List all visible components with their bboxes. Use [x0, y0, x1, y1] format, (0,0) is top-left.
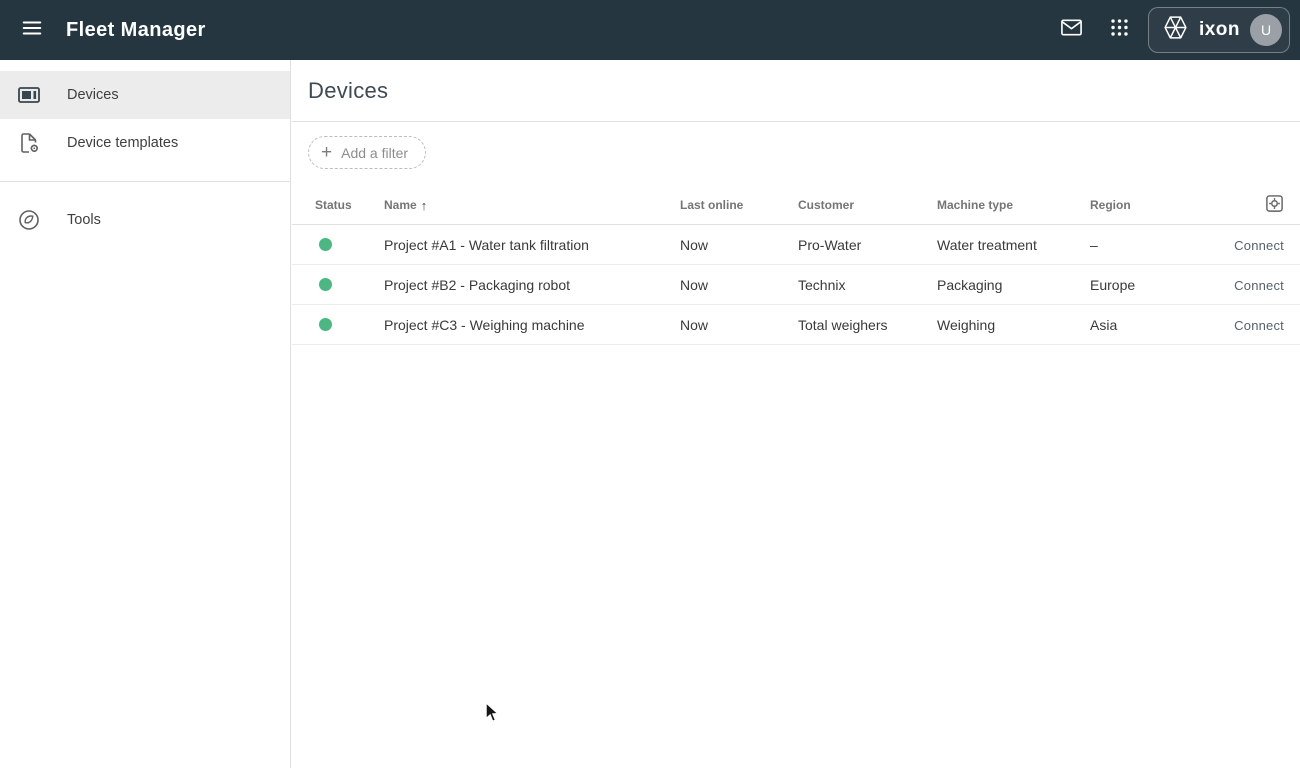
mail-icon	[1060, 16, 1083, 44]
machine-type-value: Water treatment	[937, 237, 1090, 253]
apps-grid-icon	[1110, 18, 1129, 42]
topbar: Fleet Manager	[0, 0, 1300, 60]
device-name: Project #A1 - Water tank filtration	[384, 237, 680, 253]
app-title: Fleet Manager	[66, 19, 206, 42]
sidebar-item-label: Tools	[67, 212, 101, 228]
region-value: Asia	[1090, 317, 1200, 333]
sidebar-divider	[0, 181, 290, 182]
table-row[interactable]: Project #A1 - Water tank filtration Now …	[292, 225, 1300, 265]
column-header-status[interactable]: Status	[315, 198, 384, 212]
customer-value: Pro-Water	[798, 237, 937, 253]
device-template-icon	[16, 131, 42, 155]
sort-ascending-icon: ↑	[421, 198, 428, 213]
region-value: Europe	[1090, 277, 1200, 293]
column-header-machine-type[interactable]: Machine type	[937, 198, 1090, 212]
sidebar: Devices Device templates Tools	[0, 60, 291, 768]
hamburger-icon	[21, 17, 43, 44]
main-content: Devices + Add a filter Status Name ↑ Las…	[292, 60, 1300, 768]
status-online-dot	[319, 318, 332, 331]
machine-type-value: Packaging	[937, 277, 1090, 293]
tools-icon	[16, 208, 42, 232]
column-header-last-online[interactable]: Last online	[680, 198, 798, 212]
plus-icon: +	[321, 143, 332, 162]
add-filter-button[interactable]: + Add a filter	[308, 136, 426, 169]
last-online-value: Now	[680, 277, 798, 293]
column-header-customer[interactable]: Customer	[798, 198, 937, 212]
last-online-value: Now	[680, 237, 798, 253]
sidebar-item-label: Devices	[67, 87, 119, 103]
device-name: Project #C3 - Weighing machine	[384, 317, 680, 333]
topbar-actions: ixon U	[1052, 7, 1290, 53]
devices-icon	[16, 83, 42, 107]
connect-button[interactable]: Connect	[1234, 232, 1284, 259]
page-header: Devices	[292, 60, 1300, 122]
sidebar-item-devices[interactable]: Devices	[0, 71, 290, 119]
column-settings-button[interactable]	[1265, 194, 1284, 216]
table-row[interactable]: Project #C3 - Weighing machine Now Total…	[292, 305, 1300, 345]
devices-table: Status Name ↑ Last online Customer Machi…	[292, 186, 1300, 345]
status-online-dot	[319, 238, 332, 251]
customer-value: Technix	[798, 277, 937, 293]
sidebar-item-label: Device templates	[67, 135, 178, 151]
connect-button[interactable]: Connect	[1234, 272, 1284, 299]
column-header-region[interactable]: Region	[1090, 198, 1200, 212]
brand-wordmark: ixon	[1199, 19, 1240, 41]
device-name: Project #B2 - Packaging robot	[384, 277, 680, 293]
hamburger-menu-button[interactable]	[12, 10, 52, 50]
customer-value: Total weighers	[798, 317, 937, 333]
machine-type-value: Weighing	[937, 317, 1090, 333]
user-avatar[interactable]: U	[1250, 14, 1282, 46]
account-menu-button[interactable]: ixon U	[1148, 7, 1290, 53]
table-row[interactable]: Project #B2 - Packaging robot Now Techni…	[292, 265, 1300, 305]
apps-menu-button[interactable]	[1100, 10, 1140, 50]
add-filter-label: Add a filter	[341, 145, 408, 161]
column-header-name[interactable]: Name ↑	[384, 198, 680, 213]
filter-bar: + Add a filter	[292, 122, 1300, 186]
status-online-dot	[319, 278, 332, 291]
region-value: –	[1090, 237, 1200, 253]
table-header-row: Status Name ↑ Last online Customer Machi…	[292, 186, 1300, 225]
connect-button[interactable]: Connect	[1234, 312, 1284, 339]
page-title: Devices	[308, 78, 388, 104]
sidebar-item-tools[interactable]: Tools	[0, 196, 290, 244]
sidebar-item-device-templates[interactable]: Device templates	[0, 119, 290, 167]
ixon-logo-icon	[1162, 14, 1189, 46]
last-online-value: Now	[680, 317, 798, 333]
messages-button[interactable]	[1052, 10, 1092, 50]
